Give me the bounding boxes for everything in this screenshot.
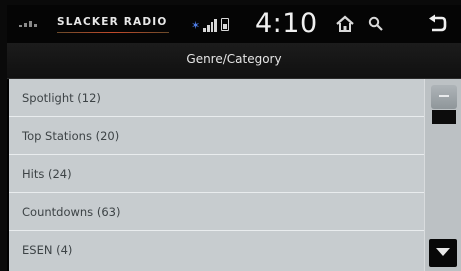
brand-underline [57, 32, 169, 33]
list-item-label: Hits (24) [22, 167, 72, 181]
clock: 4:10 [255, 8, 318, 39]
head-unit-screen: SLACKER RADIO ✶ 4:10 Genre/Category Spot… [7, 5, 461, 271]
list-item-label: Spotlight (12) [22, 91, 101, 105]
scroll-up-button[interactable] [431, 85, 457, 109]
list-item-top-stations[interactable]: Top Stations (20) [9, 117, 424, 155]
app-brand: SLACKER RADIO [57, 16, 168, 28]
scroll-down-button[interactable] [429, 239, 457, 267]
genre-list: Spotlight (12) Top Stations (20) Hits (2… [9, 79, 424, 271]
page-title: Genre/Category [186, 52, 282, 66]
list-item-hits[interactable]: Hits (24) [9, 155, 424, 193]
list-item-label: Top Stations (20) [22, 129, 120, 143]
chevron-down-icon [436, 248, 450, 256]
home-icon[interactable] [336, 15, 354, 33]
scroll-thumb[interactable] [432, 110, 456, 124]
list-item-countdowns[interactable]: Countdowns (63) [9, 193, 424, 231]
bluetooth-icon: ✶ [191, 19, 201, 32]
list-item-spotlight[interactable]: Spotlight (12) [9, 79, 424, 117]
search-icon[interactable] [368, 16, 383, 31]
scrollbar[interactable] [424, 79, 461, 271]
back-icon[interactable] [425, 14, 447, 34]
battery-icon [221, 18, 229, 31]
signal-icon [19, 21, 39, 27]
status-bar: SLACKER RADIO ✶ 4:10 [7, 5, 461, 43]
title-bar: Genre/Category [7, 43, 461, 79]
list-item-label: Countdowns (63) [22, 205, 121, 219]
list-item-esen[interactable]: ESEN (4) [9, 231, 424, 269]
cell-signal-icon [203, 18, 217, 32]
list-item-label: ESEN (4) [22, 243, 73, 257]
